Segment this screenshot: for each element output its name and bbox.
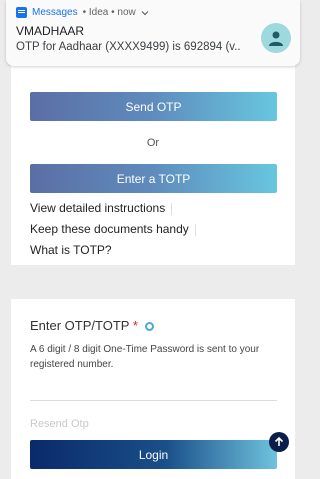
- scroll-to-top-icon[interactable]: [269, 432, 289, 452]
- or-divider: Or: [146, 137, 160, 149]
- notification-app-name: Messages: [32, 7, 78, 18]
- view-instructions-link[interactable]: View detailed instructions: [30, 201, 173, 215]
- contact-avatar-icon: [261, 23, 291, 53]
- otp-input[interactable]: [30, 400, 277, 401]
- messages-icon: [16, 7, 27, 18]
- info-icon[interactable]: [144, 322, 154, 332]
- otp-options-card: Send OTP Or Enter a TOTP View detailed i…: [11, 62, 295, 265]
- otp-field-label: Enter OTP/TOTP *: [30, 318, 154, 333]
- resend-otp-link[interactable]: Resend Otp: [30, 418, 89, 430]
- login-button[interactable]: Login: [30, 440, 277, 469]
- what-is-totp-link[interactable]: What is TOTP?: [30, 243, 112, 257]
- link-separator: [171, 202, 173, 215]
- documents-handy-link[interactable]: Keep these documents handy: [30, 222, 196, 236]
- notification-text: OTP for Aadhaar (XXXX9499) is 692894 (v.…: [16, 41, 241, 53]
- otp-helper-text: A 6 digit / 8 digit One-Time Password is…: [30, 344, 260, 370]
- send-otp-button[interactable]: Send OTP: [30, 92, 277, 121]
- enter-totp-button[interactable]: Enter a TOTP: [30, 164, 277, 193]
- notification-meta: • Idea • now: [82, 7, 136, 18]
- notification-sender: VMADHAAR: [16, 24, 85, 38]
- link-separator: [194, 223, 196, 236]
- otp-entry-card: Enter OTP/TOTP * A 6 digit / 8 digit One…: [11, 299, 295, 479]
- required-marker: *: [132, 318, 138, 333]
- sms-notification[interactable]: Messages • Idea • now VMADHAAR OTP for A…: [6, 0, 300, 66]
- notification-header: Messages • Idea • now: [16, 7, 149, 18]
- chevron-down-icon[interactable]: [141, 9, 149, 17]
